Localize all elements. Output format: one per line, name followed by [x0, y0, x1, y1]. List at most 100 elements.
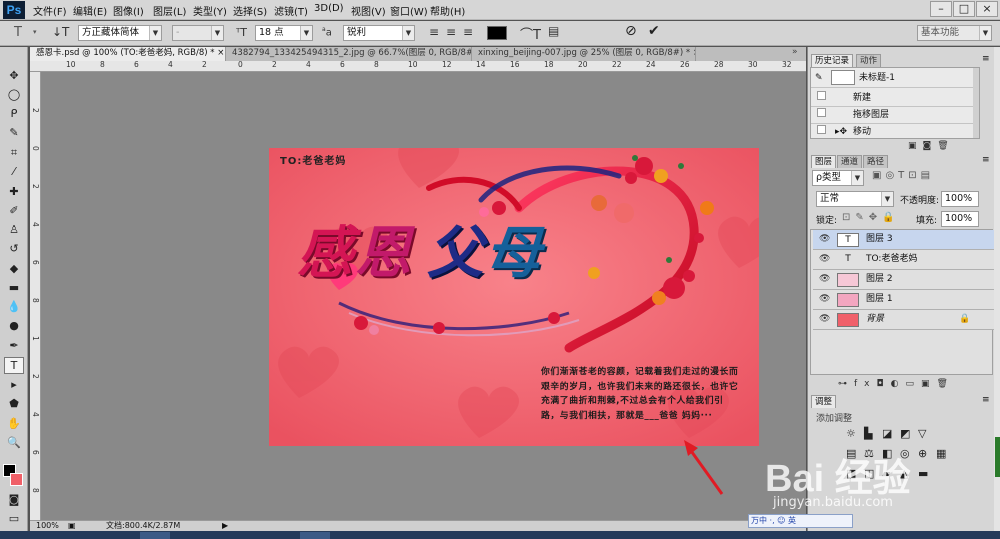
- tab-history[interactable]: 历史记录: [811, 54, 854, 67]
- exposure-icon[interactable]: ◩: [900, 427, 910, 440]
- menu-type[interactable]: 类型(Y): [193, 3, 227, 18]
- dodge-tool-icon[interactable]: ●: [4, 317, 24, 334]
- blend-mode-select[interactable]: 正常 ▼: [816, 191, 894, 207]
- panel-menu-icon[interactable]: ≡: [982, 155, 990, 165]
- tab-paths[interactable]: 路径: [863, 155, 889, 168]
- screen-mode-icon[interactable]: ▭: [4, 510, 24, 527]
- card-message[interactable]: 你们渐渐苍老的容颜，记载着我们走过的漫长而艰辛的岁月，也许我们未来的路还很长，也…: [541, 365, 741, 423]
- status-icon[interactable]: ▣: [68, 521, 76, 531]
- layer-filter-icons[interactable]: ▣◎T⊡▤: [872, 170, 934, 181]
- font-family-select[interactable]: 方正藏体简体 ▼: [78, 25, 162, 41]
- eyedropper-tool-icon[interactable]: ⁄: [4, 163, 24, 180]
- font-style-select[interactable]: - ▼: [172, 25, 224, 41]
- text-color-swatch[interactable]: [487, 26, 507, 40]
- tab-document-1[interactable]: 感恩卡.psd @ 100% (TO:老爸老妈, RGB/8) * ×: [30, 47, 226, 61]
- levels-icon[interactable]: ▙: [864, 427, 872, 440]
- tab-document-3[interactable]: xinxing_beijing-007.jpg @ 25% (图层 0, RGB…: [472, 47, 696, 61]
- gradient-tool-icon[interactable]: ▬: [4, 279, 24, 296]
- crop-tool-icon[interactable]: ⌗: [4, 144, 24, 161]
- commit-icon[interactable]: ✔: [648, 23, 660, 39]
- menu-file[interactable]: 文件(F): [33, 3, 67, 18]
- tab-channels[interactable]: 通道: [837, 155, 863, 168]
- move-tool-icon[interactable]: ✥: [4, 67, 24, 84]
- eye-icon[interactable]: 👁: [819, 290, 830, 309]
- history-item[interactable]: ▸✥ 移动: [811, 124, 977, 141]
- lock-icons[interactable]: ⊡✎✥🔒: [842, 212, 900, 223]
- menu-select[interactable]: 选择(S): [233, 3, 267, 18]
- align-center-icon[interactable]: ≡: [446, 25, 456, 39]
- menu-window[interactable]: 窗口(W): [390, 3, 428, 18]
- pen-tool-icon[interactable]: ✒: [4, 337, 24, 354]
- document-canvas[interactable]: TO:老爸老妈 感恩 父母 你们渐渐苍老的容颜，记载着我们走过的漫长而艰辛的岁月，…: [269, 148, 759, 446]
- cancel-icon[interactable]: ⊘: [625, 23, 637, 39]
- path-select-tool-icon[interactable]: ▸: [4, 376, 24, 393]
- brightness-icon[interactable]: ☼: [846, 427, 856, 440]
- history-brush-icon[interactable]: ↺: [4, 240, 24, 257]
- menu-view[interactable]: 视图(V): [351, 3, 386, 18]
- align-right-icon[interactable]: ≡: [463, 25, 473, 39]
- tab-adjustments[interactable]: 调整: [811, 395, 837, 408]
- panel-menu-icon[interactable]: ≡: [982, 395, 990, 405]
- quick-mask-icon[interactable]: ◙: [4, 491, 24, 508]
- stamp-tool-icon[interactable]: ♙: [4, 221, 24, 238]
- taskbar-item[interactable]: [140, 532, 170, 539]
- eye-icon[interactable]: 👁: [819, 270, 830, 289]
- tab-overflow-icon[interactable]: »: [792, 47, 798, 57]
- opacity-input[interactable]: 100%: [941, 191, 979, 207]
- curves-icon[interactable]: ◪: [882, 427, 892, 440]
- tab-layers[interactable]: 图层: [811, 155, 837, 168]
- gradient-map-icon[interactable]: ▬: [918, 467, 928, 480]
- layer-actions[interactable]: ⊶fx◘◐▭▣🗑: [838, 379, 955, 389]
- align-left-icon[interactable]: ≡: [429, 25, 439, 39]
- menu-3d[interactable]: 3D(D): [314, 3, 344, 14]
- menu-filter[interactable]: 滤镜(T): [274, 3, 308, 18]
- anti-alias-select[interactable]: 锐利 ▼: [343, 25, 415, 41]
- zoom-tool-icon[interactable]: 🔍: [4, 434, 24, 451]
- hand-tool-icon[interactable]: ✋: [4, 415, 24, 432]
- panel-menu-icon[interactable]: ≡: [982, 54, 990, 64]
- fill-input[interactable]: 100%: [941, 211, 979, 227]
- status-menu-arrow-icon[interactable]: ▶: [222, 521, 228, 531]
- ime-toolbar[interactable]: 万中 ·, ☺ 英: [748, 514, 853, 528]
- menu-help[interactable]: 帮助(H): [430, 3, 465, 18]
- layer-row[interactable]: 👁 T TO:老爸老妈: [813, 250, 996, 270]
- eye-icon[interactable]: 👁: [819, 250, 830, 269]
- brush-tool-icon[interactable]: ✐: [4, 202, 24, 219]
- blur-tool-icon[interactable]: 💧: [4, 298, 24, 315]
- tab-document-2[interactable]: 4382794_133425494315_2.jpg @ 66.7%(图层 0,…: [226, 47, 472, 61]
- layer-row[interactable]: 👁 图层 1: [813, 290, 996, 310]
- dock-scroll-thumb[interactable]: [995, 437, 1000, 477]
- font-size-select[interactable]: 18 点 ▼: [255, 25, 313, 41]
- marquee-tool-icon[interactable]: ◯: [4, 86, 24, 103]
- tab-actions[interactable]: 动作: [856, 54, 882, 67]
- tool-preset-arrow-icon[interactable]: ▾: [33, 28, 37, 36]
- history-snapshot[interactable]: ✎ 未标题-1: [811, 68, 977, 88]
- workspace-select[interactable]: 基本功能 ▼: [917, 25, 992, 41]
- menu-image[interactable]: 图像(I): [113, 3, 144, 18]
- maximize-button[interactable]: □: [953, 1, 975, 17]
- menu-edit[interactable]: 编辑(E): [73, 3, 107, 18]
- lasso-tool-icon[interactable]: ᑭ: [4, 105, 24, 122]
- channel-mixer-icon[interactable]: ⊕: [918, 447, 927, 460]
- warp-text-icon[interactable]: ⌒T: [520, 24, 541, 43]
- lookup-icon[interactable]: ▦: [936, 447, 946, 460]
- zoom-level[interactable]: 100%: [36, 521, 59, 531]
- layer-row[interactable]: 👁 背景 🔒: [813, 310, 996, 330]
- quick-select-tool-icon[interactable]: ✎: [4, 124, 24, 141]
- layer-filter-select[interactable]: ρ类型 ▼: [812, 170, 864, 186]
- eye-icon[interactable]: 👁: [819, 230, 830, 249]
- dock-scrollbar[interactable]: [994, 47, 1000, 531]
- eraser-tool-icon[interactable]: ◆: [4, 260, 24, 277]
- menu-layer[interactable]: 图层(L): [153, 3, 186, 18]
- eye-icon[interactable]: 👁: [819, 310, 830, 329]
- layer-row[interactable]: 👁 T 图层 3: [813, 230, 996, 250]
- history-scrollbar[interactable]: [973, 68, 979, 138]
- type-tool-icon[interactable]: T: [14, 25, 22, 40]
- history-item[interactable]: 拖移图层: [811, 107, 977, 124]
- text-orientation-icon[interactable]: ↓T: [52, 25, 69, 39]
- type-tool-button[interactable]: T: [4, 357, 24, 374]
- background-color-swatch[interactable]: [10, 473, 23, 486]
- taskbar-item[interactable]: [300, 532, 330, 539]
- minimize-button[interactable]: –: [930, 1, 952, 17]
- history-actions[interactable]: ▣◙🗑: [908, 141, 955, 151]
